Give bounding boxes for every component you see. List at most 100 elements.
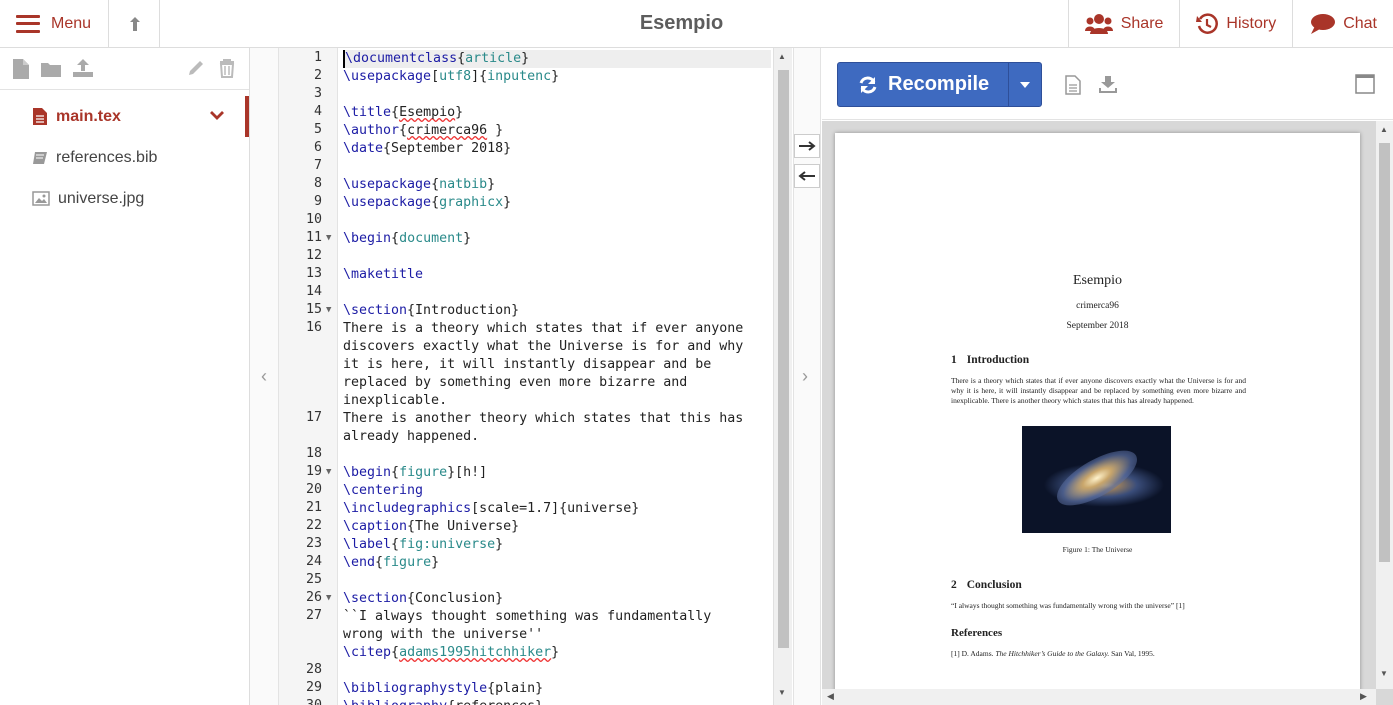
pdf-scroll-thumb[interactable] (1379, 143, 1390, 562)
code-line[interactable]: 19 ▼ \begin{figure}[h!] (306, 464, 771, 482)
pdf-vertical-scrollbar[interactable]: ▲ ▼ (1376, 121, 1393, 689)
recompile-options-dropdown[interactable] (1009, 81, 1041, 88)
doc-section-heading: 2 Conclusion (951, 579, 1022, 591)
fold-toggle-icon[interactable]: ▼ (326, 233, 331, 243)
code-line[interactable]: 9 \usepackage{graphicx} (314, 194, 771, 212)
chevron-right-icon[interactable]: › (802, 366, 808, 387)
sync-to-pdf-button[interactable] (794, 134, 820, 158)
code-text: \author{crimerca96 } (343, 123, 504, 138)
file-item-references-bib[interactable]: references.bib (0, 137, 249, 178)
code-line[interactable]: 23 \label{fig:universe} (306, 536, 771, 554)
line-number: 9 (313, 194, 322, 209)
code-text: \caption{The Universe} (343, 519, 520, 534)
code-line[interactable]: 4 \title{Esempio} (314, 104, 771, 122)
line-number: 1 (313, 50, 322, 65)
menu-label: Menu (51, 14, 92, 32)
view-logs-icon[interactable] (1065, 75, 1081, 95)
line-number: 30 (279, 698, 322, 705)
sync-to-code-button[interactable] (794, 164, 820, 188)
code-text: \usepackage{graphicx} (343, 195, 512, 210)
code-line[interactable]: 21 \includegraphics[scale=1.7]{universe} (306, 500, 771, 518)
code-line[interactable]: 24 \end{figure} (306, 554, 771, 572)
scroll-down-arrow[interactable]: ▼ (1380, 669, 1388, 678)
code-line[interactable]: 12 (306, 248, 771, 266)
code-content[interactable]: 1 \documentclass{article} 2 \usepackage[utf… (306, 50, 771, 705)
new-file-icon[interactable] (12, 58, 30, 80)
file-name: universe.jpg (58, 189, 145, 207)
code-text: \bibliographystyle{plain} (343, 681, 544, 696)
chevron-down-icon[interactable] (209, 109, 225, 121)
history-button[interactable]: History (1179, 0, 1292, 47)
download-pdf-icon[interactable] (1099, 75, 1117, 93)
code-line[interactable]: 13 \maketitle (306, 266, 771, 284)
code-line[interactable]: 10 (306, 212, 771, 230)
code-line[interactable]: 28 (306, 662, 771, 680)
code-line[interactable]: 2 \usepackage[utf8]{inputenc} (314, 68, 771, 86)
code-line[interactable]: 17 There is another theory which states t… (306, 410, 771, 446)
editor-scroll-thumb[interactable] (778, 70, 789, 648)
line-number: 18 (305, 446, 322, 461)
code-line[interactable]: 26 ▼ \section{Conclusion} (306, 590, 771, 608)
code-line[interactable]: 3 (314, 86, 771, 104)
code-text: inexplicable. (343, 393, 448, 408)
code-line[interactable]: 20 \centering (306, 482, 771, 500)
code-line[interactable]: 18 (306, 446, 771, 464)
code-line[interactable]: 25 (306, 572, 771, 590)
code-line[interactable]: 16 There is a theory which states that if… (306, 320, 771, 410)
share-label: Share (1120, 14, 1164, 32)
scroll-down-arrow[interactable]: ▼ (778, 688, 786, 697)
file-item-universe-jpg[interactable]: universe.jpg (0, 178, 249, 219)
recompile-label: Recompile (888, 73, 990, 95)
chevron-left-icon: ‹ (261, 366, 267, 386)
scroll-left-arrow[interactable]: ◀ (827, 691, 834, 702)
maximize-window-icon[interactable] (1355, 74, 1375, 94)
code-text: it is here, it will instantly disappear … (343, 357, 712, 372)
code-line[interactable]: 1 \documentclass{article} (314, 50, 771, 68)
code-line[interactable]: 8 \usepackage{natbib} (314, 176, 771, 194)
recompile-button[interactable]: Recompile (837, 62, 1042, 107)
delete-trash-icon[interactable] (218, 58, 236, 78)
code-line[interactable]: 30\bibliography{references} (306, 698, 771, 705)
scroll-right-arrow[interactable]: ▶ (1360, 691, 1367, 702)
code-line[interactable]: 14 (306, 284, 771, 302)
new-folder-icon[interactable] (40, 60, 62, 78)
line-number: 16 (305, 320, 322, 335)
code-line[interactable]: 27 ``I always thought something was funda… (306, 608, 771, 662)
book-icon (33, 151, 47, 164)
fold-toggle-icon[interactable]: ▼ (326, 593, 331, 603)
code-line[interactable]: 5 \author{crimerca96 } (314, 122, 771, 140)
code-line[interactable]: 7 (314, 158, 771, 176)
pdf-horizontal-scrollbar[interactable]: ◀ ▶ (822, 689, 1376, 705)
rename-pencil-icon[interactable] (186, 58, 206, 78)
scroll-up-arrow[interactable]: ▲ (1380, 125, 1388, 134)
code-editor[interactable]: 1 \documentclass{article} 2 \usepackage[utf… (279, 48, 793, 705)
code-line[interactable]: 6 \date{September 2018} (314, 140, 771, 158)
line-number: 11 (305, 230, 322, 245)
history-label: History (1226, 14, 1277, 32)
line-number: 28 (305, 662, 322, 677)
code-text: \usepackage{natbib} (343, 177, 496, 192)
code-line[interactable]: 29 \bibliographystyle{plain} (306, 680, 771, 698)
file-item-main-tex[interactable]: main.tex (0, 96, 249, 137)
code-line[interactable]: 15 ▼ \section{Introduction} (306, 302, 771, 320)
code-line[interactable]: 22 \caption{The Universe} (306, 518, 771, 536)
collapse-file-tree-toggle[interactable]: ‹ (250, 48, 279, 705)
fold-toggle-icon[interactable]: ▼ (326, 467, 331, 477)
scroll-up-arrow[interactable]: ▲ (778, 52, 786, 61)
chat-button[interactable]: Chat (1292, 0, 1393, 47)
menu-button[interactable]: Menu (0, 0, 109, 47)
tex-file-icon (33, 108, 47, 125)
back-to-projects-button[interactable] (110, 0, 160, 47)
editor-scrollbar[interactable]: ▲ ▼ (773, 48, 792, 705)
upload-icon[interactable] (72, 58, 94, 78)
code-line[interactable]: 11 ▼ \begin{document} (306, 230, 771, 248)
doc-paragraph: “I always thought something was fundamen… (951, 601, 1185, 610)
pdf-viewer[interactable]: Esempio crimerca96 September 2018 1 Intro… (822, 121, 1393, 705)
share-button[interactable]: Share (1067, 0, 1180, 47)
line-number: 5 (313, 122, 322, 137)
fold-toggle-icon[interactable]: ▼ (326, 305, 331, 315)
